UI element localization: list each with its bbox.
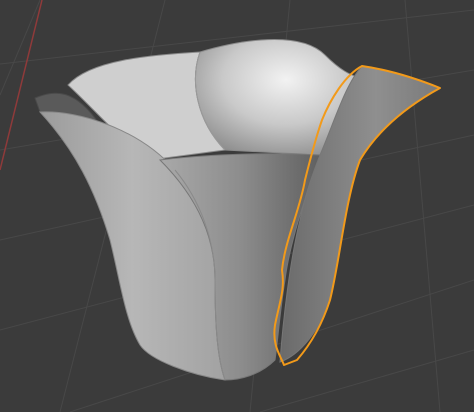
x-axis-line — [0, 0, 43, 171]
3d-viewport[interactable] — [0, 0, 474, 412]
viewport-canvas[interactable] — [0, 0, 474, 412]
tulip-mesh[interactable] — [34, 39, 442, 381]
